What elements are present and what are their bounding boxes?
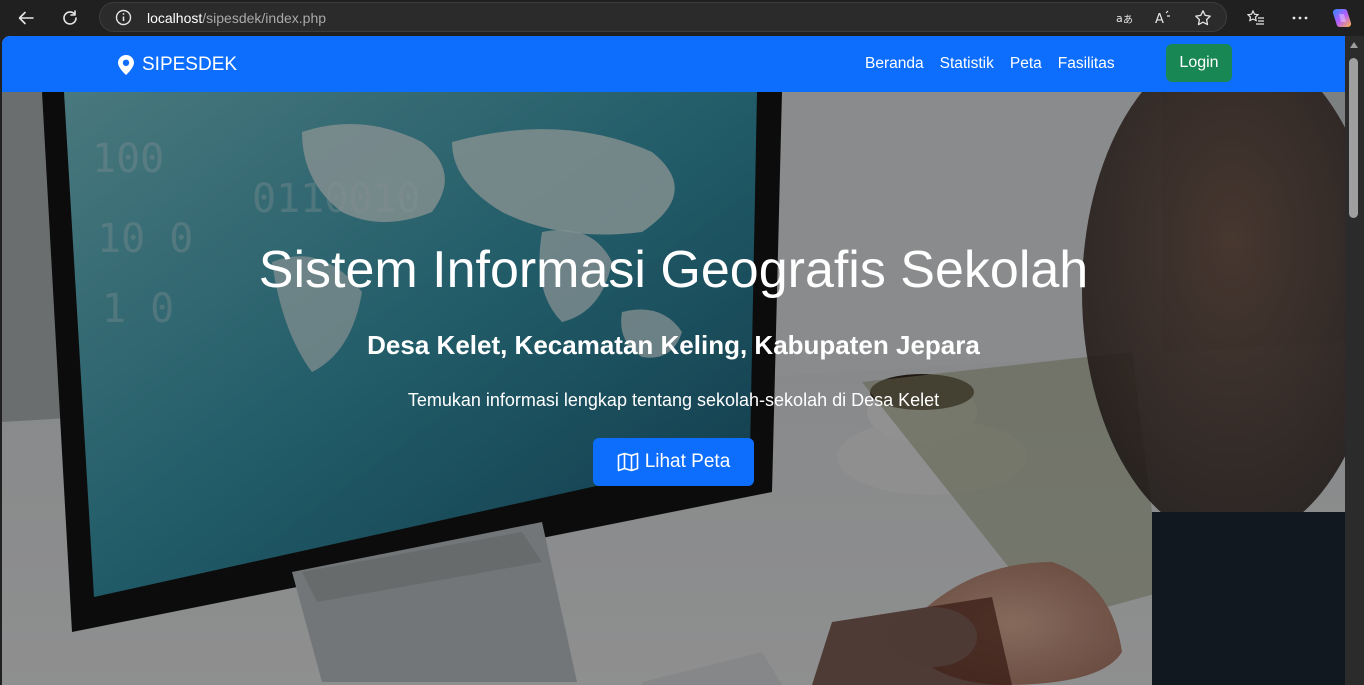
- login-button[interactable]: Login: [1166, 44, 1232, 82]
- brand-link[interactable]: SIPESDEK: [118, 54, 237, 76]
- menu-fasilitas[interactable]: Fasilitas: [1058, 55, 1115, 73]
- read-aloud-icon[interactable]: A: [1154, 9, 1172, 27]
- scrollbar-thumb[interactable]: [1349, 58, 1358, 218]
- url-text[interactable]: localhost/sipesdek/index.php: [147, 10, 326, 26]
- hero-description: Temukan informasi lengkap tentang sekola…: [407, 390, 940, 410]
- menu-peta[interactable]: Peta: [1010, 55, 1042, 73]
- url-path: /sipesdek/index.php: [202, 10, 327, 26]
- menu-beranda[interactable]: Beranda: [865, 55, 924, 73]
- ellipsis-icon: [1292, 16, 1308, 20]
- scroll-up-arrow-icon[interactable]: [1350, 42, 1358, 48]
- copilot-icon: [1332, 9, 1352, 27]
- hero-subtitle: Desa Kelet, Kecamatan Keling, Kabupaten …: [367, 330, 980, 360]
- favorites-button[interactable]: [1242, 4, 1270, 32]
- hero-overlay: [2, 92, 1345, 685]
- favorite-star-icon[interactable]: [1194, 9, 1212, 27]
- lihat-peta-label: Lihat Peta: [644, 451, 731, 472]
- hero-section: 100 10 0 1 0 0110010 Sistem Informasi Ge…: [2, 92, 1345, 685]
- site-info-icon[interactable]: [115, 9, 132, 26]
- site-navbar: SIPESDEK Beranda Statistik Peta Fasilita…: [2, 36, 1345, 92]
- address-bar[interactable]: localhost/sipesdek/index.php aあ A: [99, 2, 1227, 32]
- svg-text:A: A: [1155, 12, 1164, 27]
- svg-text:あ: あ: [1123, 14, 1133, 26]
- page-scrollbar[interactable]: [1345, 36, 1364, 685]
- svg-text:a: a: [1116, 12, 1123, 25]
- arrow-left-icon: [18, 11, 34, 25]
- copilot-button[interactable]: [1328, 4, 1356, 32]
- url-host: localhost: [147, 10, 203, 26]
- lihat-peta-button[interactable]: Lihat Peta: [593, 438, 754, 486]
- more-menu-button[interactable]: [1286, 4, 1314, 32]
- translate-icon[interactable]: aあ: [1115, 9, 1133, 27]
- brand-name: SIPESDEK: [142, 54, 238, 75]
- browser-toolbar: localhost/sipesdek/index.php aあ A: [0, 0, 1364, 36]
- main-menu: Beranda Statistik Peta Fasilitas: [865, 55, 1131, 73]
- page-viewport: 100 10 0 1 0 0110010 Sistem Informasi Ge…: [2, 36, 1345, 685]
- hero-title: Sistem Informasi Geografis Sekolah: [258, 241, 1089, 299]
- favorites-list-icon: [1247, 9, 1264, 25]
- back-button[interactable]: [12, 4, 40, 32]
- reload-icon: [63, 10, 77, 25]
- reload-button[interactable]: [56, 4, 84, 32]
- map-pin-icon: [118, 55, 134, 75]
- menu-statistik[interactable]: Statistik: [940, 55, 994, 73]
- map-icon: [617, 452, 639, 472]
